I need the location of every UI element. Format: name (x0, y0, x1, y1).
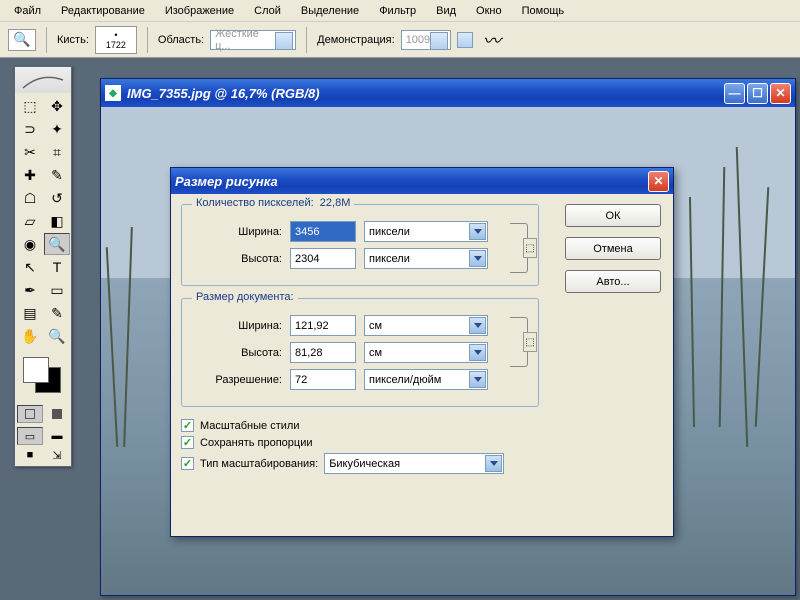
area-dropdown[interactable]: Жесткие ц... (210, 30, 296, 50)
menu-edit[interactable]: Редактирование (51, 2, 155, 20)
resolution-unit[interactable]: пиксели/дюйм (364, 369, 488, 390)
dialog-titlebar[interactable]: Размер рисунка ✕ (171, 168, 673, 194)
fg-color-swatch[interactable] (23, 357, 49, 383)
menu-layer[interactable]: Слой (244, 2, 291, 20)
standard-mode-icon[interactable] (17, 405, 43, 423)
airbrush-icon[interactable]: 〰 (483, 27, 501, 53)
blur-tool-icon[interactable]: ◉ (17, 233, 43, 255)
px-width-unit[interactable]: пиксели (364, 221, 488, 242)
notes-tool-icon[interactable]: ▤ (17, 302, 43, 324)
scale-styles-label: Масштабные стили (200, 420, 299, 432)
screen-standard-icon[interactable]: ▭ (17, 427, 43, 445)
dialog-title: Размер рисунка (175, 174, 278, 189)
doc-height-unit[interactable]: см (364, 342, 488, 363)
lasso-tool-icon[interactable]: ⊃ (17, 118, 43, 140)
zoom-tool-icon[interactable]: 🔍 (8, 29, 36, 51)
pixel-dimensions-group: Количество пискселей: 22,8M Ширина: пикс… (181, 204, 539, 286)
doc-width-input[interactable] (290, 315, 356, 336)
px-width-label: Ширина: (192, 226, 282, 238)
doc-size-label: Размер документа: (192, 291, 298, 303)
document-icon: ◆ (105, 85, 121, 101)
wand-tool-icon[interactable]: ✦ (44, 118, 70, 140)
quickmask-mode-icon[interactable] (44, 405, 70, 423)
scale-styles-checkbox[interactable]: ✓ (181, 419, 194, 432)
toolbox: ⬚ ✥ ⊃ ✦ ✂ ⌗ ✚ ✎ ☖ ↺ ▱ ◧ ◉ 🔍 ↖ T ✒ ▭ ▤ ✎ … (14, 66, 72, 467)
pixel-dims-label: Количество пискселей: (196, 197, 314, 209)
gradient-tool-icon[interactable]: ◧ (44, 210, 70, 232)
menu-select[interactable]: Выделение (291, 2, 369, 20)
doc-width-label: Ширина: (192, 320, 282, 332)
brush-size-value: 1722 (106, 40, 126, 50)
marquee-tool-icon[interactable]: ⬚ (17, 95, 43, 117)
brush-tool-icon[interactable]: ✎ (44, 164, 70, 186)
constrain-checkbox[interactable]: ✓ (181, 436, 194, 449)
zoom-tool-icon2[interactable]: 🔍 (44, 325, 70, 347)
resample-method[interactable]: Бикубическая (324, 453, 504, 474)
hand-tool-icon[interactable]: ✋ (17, 325, 43, 347)
doc-constrain-link-icon[interactable]: ⬚ (523, 332, 537, 352)
cancel-button[interactable]: Отмена (565, 237, 661, 260)
history-brush-icon[interactable]: ↺ (44, 187, 70, 209)
resolution-label: Разрешение: (192, 374, 282, 386)
brush-preset[interactable]: • 1722 (95, 26, 137, 54)
document-size-group: Размер документа: Ширина: см Высота: см (181, 298, 539, 407)
document-titlebar[interactable]: ◆ IMG_7355.jpg @ 16,7% (RGB/8) — ☐ ✕ (101, 79, 795, 107)
menu-bar: Файл Редактирование Изображение Слой Выд… (0, 0, 800, 22)
doc-width-unit[interactable]: см (364, 315, 488, 336)
options-bar: 🔍 Кисть: • 1722 Область: Жесткие ц... Де… (0, 22, 800, 58)
close-button[interactable]: ✕ (770, 83, 791, 104)
ok-button[interactable]: ОК (565, 204, 661, 227)
area-label: Область: (158, 34, 204, 46)
screen-full-icon[interactable]: ■ (17, 446, 43, 464)
pixel-dims-size: 22,8M (320, 197, 351, 209)
px-height-label: Высота: (192, 253, 282, 265)
menu-help[interactable]: Помощь (512, 2, 575, 20)
type-tool-icon[interactable]: T (44, 256, 70, 278)
screen-full-menu-icon[interactable]: ▬ (44, 427, 70, 445)
toolbox-header (15, 67, 71, 93)
jump-to-icon[interactable]: ⇲ (44, 446, 70, 464)
eraser-tool-icon[interactable]: ▱ (17, 210, 43, 232)
color-swatches[interactable] (19, 353, 67, 399)
dialog-close-button[interactable]: ✕ (648, 171, 669, 192)
resample-checkbox[interactable]: ✓ (181, 457, 194, 470)
resolution-input[interactable] (290, 369, 356, 390)
resample-label: Тип масштабирования: (200, 458, 318, 470)
px-height-unit[interactable]: пиксели (364, 248, 488, 269)
stamp-tool-icon[interactable]: ☖ (17, 187, 43, 209)
auto-button[interactable]: Авто... (565, 270, 661, 293)
menu-view[interactable]: Вид (426, 2, 466, 20)
shape-tool-icon[interactable]: ▭ (44, 279, 70, 301)
pen-tool-icon[interactable]: ✒ (17, 279, 43, 301)
brush-label: Кисть: (57, 34, 89, 46)
demo-label: Демонстрация: (317, 34, 395, 46)
px-width-input[interactable] (290, 221, 356, 242)
menu-window[interactable]: Окно (466, 2, 512, 20)
menu-file[interactable]: Файл (4, 2, 51, 20)
px-height-input[interactable] (290, 248, 356, 269)
menu-image[interactable]: Изображение (155, 2, 244, 20)
slice-tool-icon[interactable]: ⌗ (44, 141, 70, 163)
menu-filter[interactable]: Фильтр (369, 2, 426, 20)
path-select-icon[interactable]: ↖ (17, 256, 43, 278)
constrain-link-icon[interactable]: ⬚ (523, 238, 537, 258)
document-title: IMG_7355.jpg @ 16,7% (RGB/8) (127, 86, 320, 101)
minimize-button[interactable]: — (724, 83, 745, 104)
constrain-label: Сохранять пропорции (200, 437, 313, 449)
move-tool-icon[interactable]: ✥ (44, 95, 70, 117)
demo-play-icon[interactable] (457, 32, 473, 48)
doc-height-input[interactable] (290, 342, 356, 363)
eyedropper-icon[interactable]: ✎ (44, 302, 70, 324)
maximize-button[interactable]: ☐ (747, 83, 768, 104)
demo-value[interactable]: 1009 (401, 30, 451, 50)
doc-height-label: Высота: (192, 347, 282, 359)
image-size-dialog: Размер рисунка ✕ ОК Отмена Авто... Колич… (170, 167, 674, 537)
crop-tool-icon[interactable]: ✂ (17, 141, 43, 163)
dodge-tool-icon[interactable]: 🔍 (44, 233, 70, 255)
heal-tool-icon[interactable]: ✚ (17, 164, 43, 186)
